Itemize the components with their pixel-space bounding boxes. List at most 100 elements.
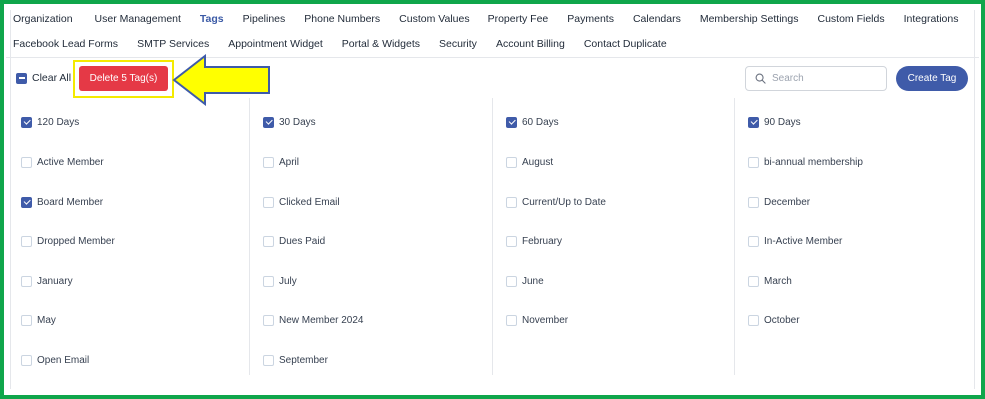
tag-item[interactable]: Open Email — [21, 353, 89, 367]
checkbox-icon[interactable] — [748, 156, 759, 168]
checkbox-icon[interactable] — [263, 354, 274, 366]
clear-all-toggle[interactable]: Clear All — [16, 72, 71, 84]
column-divider — [249, 98, 250, 375]
tag-label: July — [279, 275, 297, 287]
checkbox-icon[interactable] — [748, 314, 759, 326]
nav-tab-calendars[interactable]: Calendars — [633, 13, 681, 25]
clear-all-label: Clear All — [32, 72, 72, 84]
nav-tab-custom-values[interactable]: Custom Values — [399, 13, 469, 25]
checkbox-icon[interactable] — [506, 275, 517, 287]
tag-item[interactable]: Dues Paid — [263, 234, 325, 248]
nav-tab-payments[interactable]: Payments — [567, 13, 614, 25]
nav-tab-property-fee[interactable]: Property Fee — [488, 13, 549, 25]
tag-item[interactable]: 120 Days — [21, 115, 79, 129]
tag-item[interactable]: bi-annual membership — [748, 155, 863, 169]
checkbox-icon[interactable] — [506, 196, 517, 208]
checked-checkbox-icon[interactable] — [21, 196, 32, 208]
checkbox-icon[interactable] — [506, 314, 517, 326]
tag-item[interactable]: 30 Days — [263, 115, 316, 129]
tag-item[interactable]: Dropped Member — [21, 234, 115, 248]
tag-label: Clicked Email — [279, 196, 340, 208]
tag-label: June — [522, 275, 544, 287]
delete-tags-button[interactable]: Delete 5 Tag(s) — [79, 66, 168, 91]
checkbox-icon[interactable] — [506, 156, 517, 168]
checkbox-icon[interactable] — [21, 235, 32, 247]
nav-tab-security[interactable]: Security — [439, 38, 477, 50]
indeterminate-checkbox-icon[interactable] — [16, 72, 27, 84]
checkbox-icon[interactable] — [506, 235, 517, 247]
tag-item[interactable]: September — [263, 353, 328, 367]
tag-label: Active Member — [37, 156, 104, 168]
tag-label: Dropped Member — [37, 235, 115, 247]
checkbox-icon[interactable] — [263, 314, 274, 326]
tag-item[interactable]: February — [506, 234, 562, 248]
checked-checkbox-icon[interactable] — [21, 116, 32, 128]
tag-item[interactable]: May — [21, 313, 56, 327]
nav-tab-contact-duplicate[interactable]: Contact Duplicate — [584, 38, 667, 50]
nav-tab-appointment-widget[interactable]: Appointment Widget — [228, 38, 323, 50]
checkbox-icon[interactable] — [263, 196, 274, 208]
checkbox-icon[interactable] — [263, 275, 274, 287]
tag-label: Current/Up to Date — [522, 196, 606, 208]
tag-item[interactable]: June — [506, 274, 544, 288]
tag-label: September — [279, 354, 328, 366]
search-input[interactable] — [772, 73, 872, 84]
checkbox-icon[interactable] — [21, 275, 32, 287]
tag-item[interactable]: 90 Days — [748, 115, 801, 129]
checkbox-icon[interactable] — [263, 156, 274, 168]
checkbox-icon[interactable] — [263, 235, 274, 247]
tag-label: August — [522, 156, 554, 168]
checkbox-icon[interactable] — [748, 275, 759, 287]
tag-label: December — [764, 196, 811, 208]
tag-item[interactable]: In-Active Member — [748, 234, 842, 248]
nav-tab-tags[interactable]: Tags — [200, 13, 224, 25]
tag-item[interactable]: July — [263, 274, 297, 288]
checkbox-icon[interactable] — [748, 235, 759, 247]
tag-label: 60 Days — [522, 116, 559, 128]
nav-tab-integrations[interactable]: Integrations — [904, 13, 959, 25]
tag-label: November — [522, 314, 569, 326]
nav-tab-membership-settings[interactable]: Membership Settings — [700, 13, 799, 25]
checked-checkbox-icon[interactable] — [748, 116, 759, 128]
tag-item[interactable]: April — [263, 155, 299, 169]
nav-tab-smtp-services[interactable]: SMTP Services — [137, 38, 209, 50]
tag-label: April — [279, 156, 300, 168]
nav-tab-custom-fields[interactable]: Custom Fields — [817, 13, 884, 25]
tag-item[interactable]: November — [506, 313, 568, 327]
checked-checkbox-icon[interactable] — [263, 116, 274, 128]
create-tag-button[interactable]: Create Tag — [896, 66, 968, 91]
tag-item[interactable]: Current/Up to Date — [506, 195, 606, 209]
settings-nav-row-2: Facebook Lead Forms SMTP Services Appointm… — [13, 36, 667, 52]
tag-item[interactable]: Clicked Email — [263, 195, 340, 209]
tag-label: 90 Days — [764, 116, 801, 128]
tag-label: Board Member — [37, 196, 104, 208]
tag-item[interactable]: August — [506, 155, 553, 169]
nav-tab-portal-widgets[interactable]: Portal & Widgets — [342, 38, 420, 50]
tag-item[interactable]: 60 Days — [506, 115, 559, 129]
nav-tab-phone-numbers[interactable]: Phone Numbers — [304, 13, 380, 25]
tag-label: May — [37, 314, 56, 326]
column-divider — [734, 98, 735, 375]
tag-item[interactable]: October — [748, 313, 800, 327]
checkbox-icon[interactable] — [21, 314, 32, 326]
tag-label: bi-annual membership — [764, 156, 863, 168]
checked-checkbox-icon[interactable] — [506, 116, 517, 128]
tag-item[interactable]: Active Member — [21, 155, 104, 169]
tag-item[interactable]: New Member 2024 — [263, 313, 363, 327]
tag-item[interactable]: January — [21, 274, 73, 288]
tag-label: January — [37, 275, 73, 287]
nav-tab-facebook-lead-forms[interactable]: Facebook Lead Forms — [13, 38, 118, 50]
nav-tab-account-billing[interactable]: Account Billing — [496, 38, 565, 50]
settings-nav-row-1: Organization User Management Tags Pipelines… — [13, 11, 958, 27]
tag-item[interactable]: December — [748, 195, 810, 209]
search-field[interactable] — [745, 66, 887, 91]
nav-tab-organization[interactable]: Organization — [13, 13, 73, 25]
tag-item[interactable]: Board Member — [21, 195, 103, 209]
checkbox-icon[interactable] — [21, 354, 32, 366]
tag-label: Open Email — [37, 354, 90, 366]
tag-item[interactable]: March — [748, 274, 792, 288]
checkbox-icon[interactable] — [21, 156, 32, 168]
nav-tab-pipelines[interactable]: Pipelines — [243, 13, 286, 25]
nav-tab-user-management[interactable]: User Management — [95, 13, 181, 25]
checkbox-icon[interactable] — [748, 196, 759, 208]
